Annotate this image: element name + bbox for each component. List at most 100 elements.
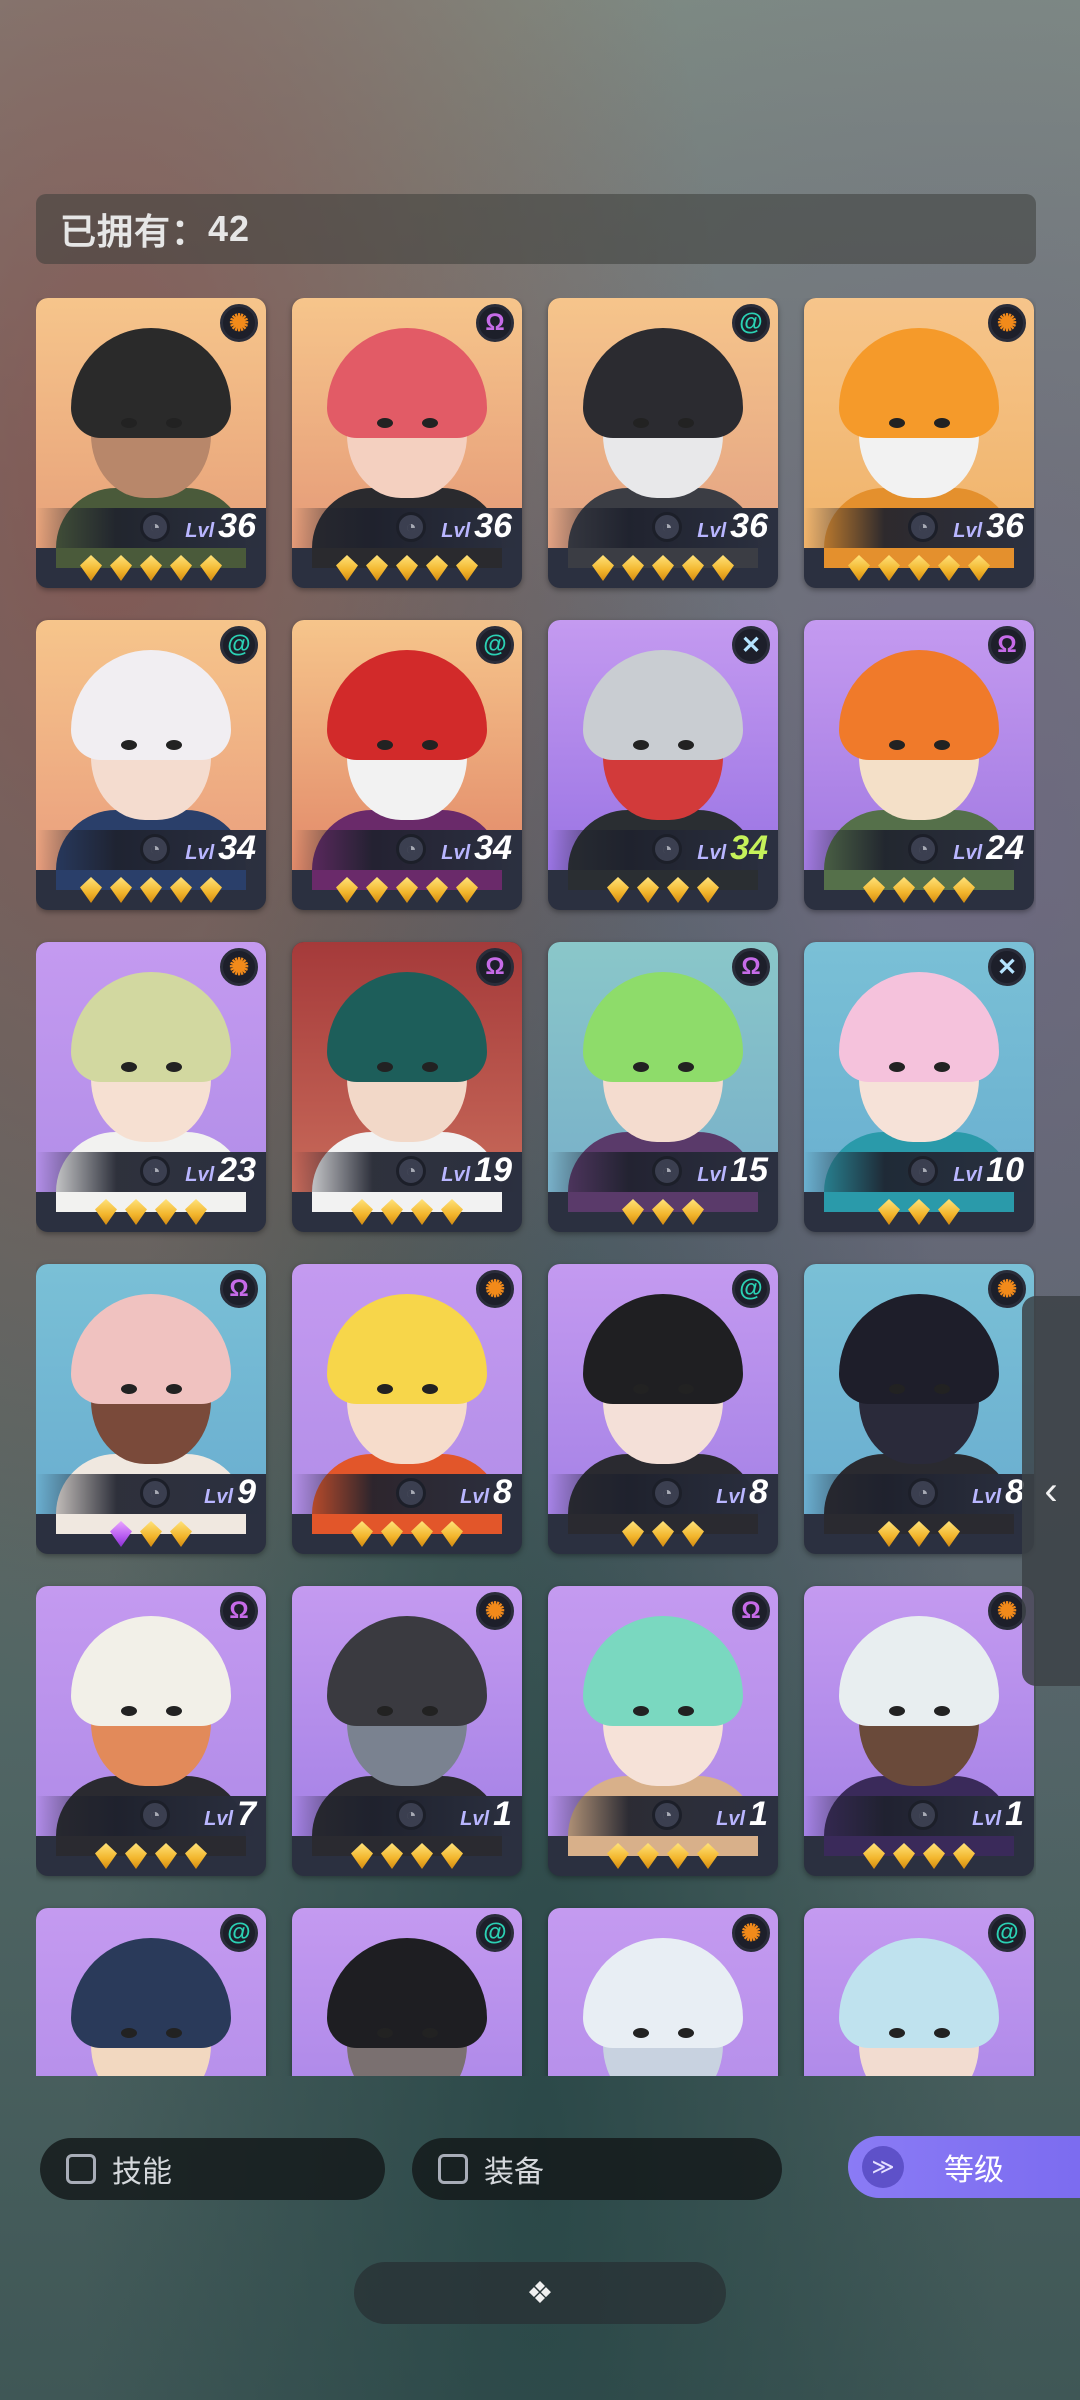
hero-card[interactable]: ✺ ◔ Lvl 23: [36, 942, 266, 1232]
level-prefix: Lvl: [185, 520, 215, 542]
hero-eye: [166, 1384, 182, 1394]
hero-card[interactable]: ✺: [548, 1908, 778, 2076]
omega-icon: Ω: [220, 1592, 258, 1630]
level-prefix: Lvl: [972, 1808, 1002, 1830]
hero-card[interactable]: Ω ◔ Lvl 9: [36, 1264, 266, 1554]
hero-card[interactable]: Ω ◔ Lvl 36: [292, 298, 522, 588]
gear-slot-icon: ◔: [908, 1478, 938, 1508]
gold-star-icon: [351, 1199, 373, 1225]
hero-card[interactable]: @ ◔ Lvl 34: [36, 620, 266, 910]
hero-card[interactable]: Ω ◔ Lvl 1: [548, 1586, 778, 1876]
gold-star-icon: [396, 877, 418, 903]
collapse-panel-button[interactable]: ❖: [354, 2262, 726, 2324]
gold-star-icon: [80, 877, 102, 903]
hero-level: Lvl 8: [716, 1472, 768, 1517]
hero-card[interactable]: ✺ ◔ Lvl 1: [804, 1586, 1034, 1876]
swirl-icon: @: [220, 1914, 258, 1952]
hero-level: Lvl 9: [204, 1472, 256, 1517]
hero-card[interactable]: ✺ ◔ Lvl 36: [36, 298, 266, 588]
hero-level: Lvl 1: [460, 1794, 512, 1839]
swirl-icon: @: [732, 304, 770, 342]
hero-card[interactable]: Ω ◔ Lvl 19: [292, 942, 522, 1232]
hero-card[interactable]: ✺ ◔ Lvl 1: [292, 1586, 522, 1876]
level-prefix: Lvl: [953, 520, 983, 542]
hero-eye: [889, 418, 905, 428]
equipment-checkbox-icon[interactable]: [438, 2154, 468, 2184]
hero-eye: [678, 740, 694, 750]
hero-card[interactable]: @ ◔ Lvl 8: [548, 1264, 778, 1554]
sort-descending-icon: ≫: [862, 2146, 904, 2188]
gold-star-icon: [396, 555, 418, 581]
star-rating: [804, 1838, 1034, 1874]
hero-card[interactable]: Ω ◔ Lvl 24: [804, 620, 1034, 910]
sun-icon: ✺: [732, 1914, 770, 1952]
hero-eye: [889, 1384, 905, 1394]
gear-slot-icon: ◔: [652, 1156, 682, 1186]
level-prefix: Lvl: [972, 1486, 1002, 1508]
hero-eye: [633, 1062, 649, 1072]
hero-eye: [121, 418, 137, 428]
hero-eye: [377, 418, 393, 428]
star-rating: [804, 872, 1034, 908]
star-rating: [292, 1838, 522, 1874]
gold-star-icon: [682, 1521, 704, 1547]
gold-star-icon: [908, 555, 930, 581]
hero-level: Lvl 15: [697, 1150, 768, 1195]
gold-star-icon: [863, 877, 885, 903]
equipment-filter-toggle[interactable]: 装备: [412, 2138, 782, 2200]
hero-card[interactable]: ✕ ◔ Lvl 10: [804, 942, 1034, 1232]
omega-icon: Ω: [476, 304, 514, 342]
side-drawer-handle[interactable]: ‹: [1022, 1296, 1080, 1686]
level-number: 7: [237, 1795, 256, 1833]
hero-card[interactable]: ✺ ◔ Lvl 36: [804, 298, 1034, 588]
hero-card[interactable]: ✺ ◔ Lvl 8: [292, 1264, 522, 1554]
gear-slot-icon: ◔: [140, 512, 170, 542]
hero-card[interactable]: @ ◔ Lvl 36: [548, 298, 778, 588]
skill-checkbox-icon[interactable]: [66, 2154, 96, 2184]
star-rating: [36, 872, 266, 908]
gold-star-icon: [968, 555, 990, 581]
level-number: 1: [493, 1795, 512, 1833]
star-rating: [36, 1194, 266, 1230]
gold-star-icon: [863, 1843, 885, 1869]
level-prefix: Lvl: [441, 842, 471, 864]
gold-star-icon: [140, 1521, 162, 1547]
sort-by-level-button[interactable]: ≫ 等级: [848, 2136, 1080, 2198]
gold-star-icon: [908, 1199, 930, 1225]
hero-card[interactable]: Ω ◔ Lvl 7: [36, 1586, 266, 1876]
hero-card[interactable]: @: [292, 1908, 522, 2076]
gold-star-icon: [456, 555, 478, 581]
level-number: 36: [986, 507, 1024, 545]
star-rating: [548, 1838, 778, 1874]
skill-filter-toggle[interactable]: 技能: [40, 2138, 385, 2200]
gold-star-icon: [441, 1521, 463, 1547]
gold-star-icon: [848, 555, 870, 581]
hero-level: Lvl 36: [953, 506, 1024, 551]
level-prefix: Lvl: [953, 1164, 983, 1186]
hero-card[interactable]: Ω ◔ Lvl 15: [548, 942, 778, 1232]
hero-eye: [422, 2028, 438, 2038]
gold-star-icon: [893, 877, 915, 903]
hero-eye: [889, 1062, 905, 1072]
gold-star-icon: [697, 877, 719, 903]
hero-hair: [583, 1938, 743, 2048]
level-prefix: Lvl: [441, 1164, 471, 1186]
hero-card[interactable]: @ ◔ Lvl 34: [292, 620, 522, 910]
hero-level: Lvl 36: [697, 506, 768, 551]
gold-star-icon: [712, 555, 734, 581]
cross-icon: ✕: [988, 948, 1026, 986]
level-prefix: Lvl: [460, 1486, 490, 1508]
hero-card[interactable]: ✺ ◔ Lvl 8: [804, 1264, 1034, 1554]
cross-icon: ✕: [732, 626, 770, 664]
gold-star-icon: [667, 1843, 689, 1869]
hero-eye: [422, 740, 438, 750]
level-number: 9: [237, 1473, 256, 1511]
level-number: 1: [749, 1795, 768, 1833]
level-prefix: Lvl: [185, 1164, 215, 1186]
hero-eye: [889, 1706, 905, 1716]
hero-card[interactable]: @: [804, 1908, 1034, 2076]
hero-card[interactable]: ✕ ◔ Lvl 34: [548, 620, 778, 910]
star-rating: [36, 550, 266, 586]
purple-star-icon: [110, 1521, 132, 1547]
hero-card[interactable]: @: [36, 1908, 266, 2076]
